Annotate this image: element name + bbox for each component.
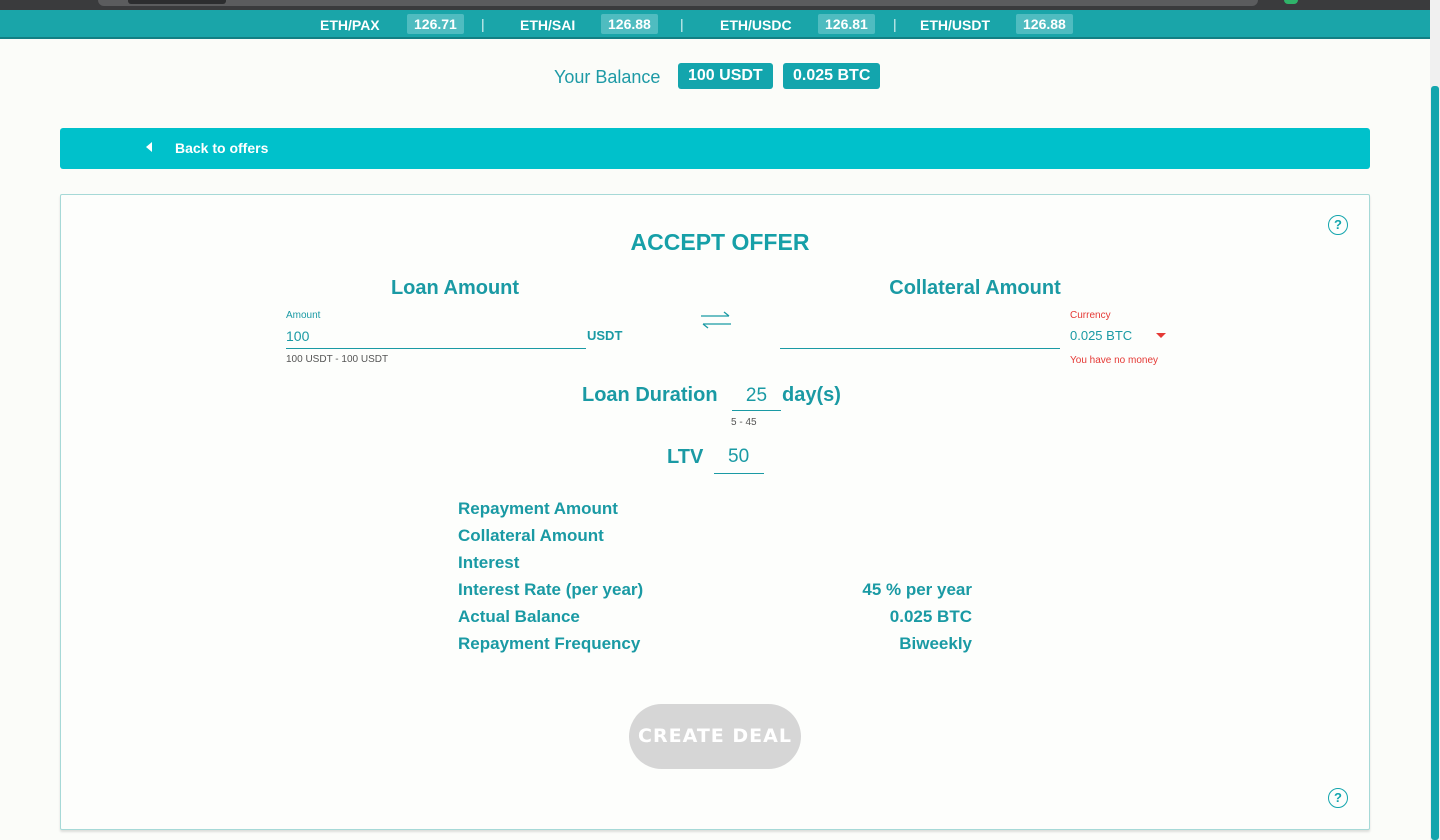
ticker-pair: ETH/USDT <box>920 17 990 33</box>
ticker-price: 126.88 <box>1016 14 1073 34</box>
address-bar[interactable] <box>98 0 1258 6</box>
summary-value-interest-rate: 45 % per year <box>862 580 972 599</box>
back-to-offers-label: Back to offers <box>175 140 269 156</box>
ticker-separator: | <box>893 16 897 32</box>
loan-duration-label: Loan Duration <box>582 384 718 406</box>
ticker-pair: ETH/USDC <box>720 17 792 33</box>
loan-amount-heading: Loan Amount <box>390 277 520 299</box>
ticker-price: 126.81 <box>818 14 875 34</box>
loan-currency-unit: USDT <box>587 328 623 343</box>
loan-amount-input[interactable]: 100 <box>286 324 586 349</box>
ticker-price: 126.71 <box>407 14 464 34</box>
scrollbar[interactable] <box>1430 0 1440 840</box>
balance-badge-usdt: 100 USDT <box>678 63 773 89</box>
back-to-offers-button[interactable]: Back to offers <box>60 128 1370 169</box>
balance-badge-btc: 0.025 BTC <box>783 63 881 89</box>
summary-label-collateral-amount: Collateral Amount <box>458 526 604 545</box>
caret-left-icon <box>146 142 152 152</box>
amount-field-label: Amount <box>286 310 321 321</box>
ltv-input[interactable]: 50 <box>714 446 764 474</box>
currency-select[interactable]: 0.025 BTC <box>1070 328 1132 343</box>
loan-duration-input[interactable]: 25 <box>732 384 781 411</box>
ticker-price: 126.88 <box>601 14 658 34</box>
loan-duration-unit: day(s) <box>782 384 841 406</box>
summary-label-interest-rate: Interest Rate (per year) <box>458 580 644 599</box>
scrollbar-thumb[interactable] <box>1431 86 1439 840</box>
collateral-error-message: You have no money <box>1070 355 1159 366</box>
extension-icon[interactable] <box>1284 0 1298 4</box>
loan-duration-range: 5 - 45 <box>731 417 757 428</box>
create-deal-button[interactable]: CREATE DEAL <box>629 704 801 769</box>
ticker-separator: | <box>481 16 485 32</box>
collateral-amount-input[interactable] <box>780 324 1060 349</box>
price-ticker: ETH/PAX 126.71 | ETH/SAI 126.88 | ETH/US… <box>0 10 1430 39</box>
ltv-value: 50 <box>728 446 750 467</box>
browser-tab[interactable] <box>128 0 226 4</box>
browser-chrome <box>0 0 1440 10</box>
summary-value-actual-balance: 0.025 BTC <box>889 607 972 626</box>
balance-label: Your Balance <box>554 67 661 87</box>
summary-label-repayment-amount: Repayment Amount <box>458 499 618 518</box>
summary-label-repayment-frequency: Repayment Frequency <box>458 634 641 653</box>
loan-amount-range: 100 USDT - 100 USDT <box>286 354 389 365</box>
summary-value-repayment-frequency: Biweekly <box>899 634 972 653</box>
help-icon[interactable]: ? <box>1328 788 1348 808</box>
ltv-label: LTV <box>667 446 704 468</box>
collateral-amount-heading: Collateral Amount <box>889 277 1061 299</box>
loan-amount-value: 100 <box>286 328 310 344</box>
loan-duration-value: 25 <box>745 385 768 406</box>
ticker-pair: ETH/SAI <box>520 17 576 33</box>
currency-field-label: Currency <box>1070 310 1111 321</box>
ticker-separator: | <box>680 16 684 32</box>
summary-label-actual-balance: Actual Balance <box>458 607 580 626</box>
swap-arrows-icon[interactable] <box>700 309 732 331</box>
ticker-pair: ETH/PAX <box>320 17 380 33</box>
page-title: ACCEPT OFFER <box>630 229 810 255</box>
summary-label-interest: Interest <box>458 553 520 572</box>
chevron-down-icon[interactable] <box>1156 333 1166 338</box>
